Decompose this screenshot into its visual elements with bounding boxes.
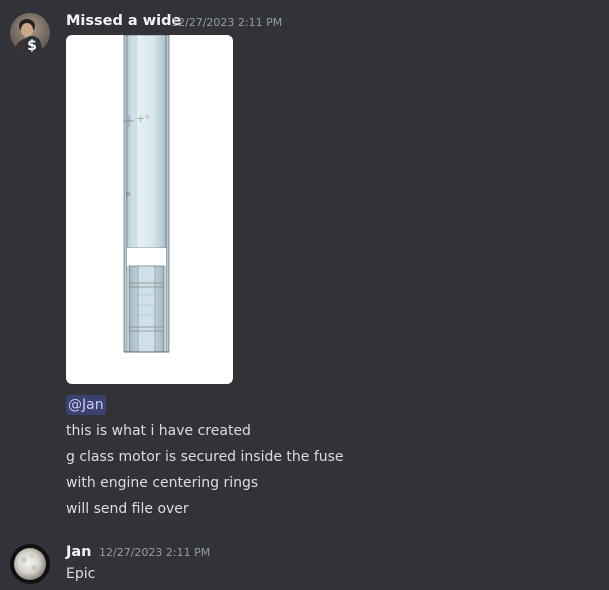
- message-line: will send file over: [66, 501, 189, 517]
- user-mention[interactable]: @Jan: [66, 395, 106, 415]
- svg-text:+ᵒ: +ᵒ: [136, 112, 150, 125]
- message-line: g class motor is secured inside the fuse: [66, 449, 344, 465]
- message-line: with engine centering rings: [66, 475, 259, 491]
- message-timestamp: 12/27/2023 2:11 PM: [99, 546, 211, 559]
- image-attachment[interactable]: +ᵒ: [66, 35, 233, 384]
- rocket-fuselage-render: +ᵒ: [123, 35, 170, 353]
- message-line: Epic: [66, 566, 96, 582]
- message-line: this is what i have created: [66, 423, 251, 439]
- user-avatar[interactable]: $: [10, 13, 50, 53]
- user-avatar[interactable]: [10, 544, 50, 584]
- svg-text:$: $: [27, 38, 37, 53]
- moon-avatar-icon: [10, 544, 50, 584]
- message-timestamp: 12/27/2023 2:11 PM: [171, 16, 283, 29]
- username[interactable]: Jan: [66, 543, 92, 561]
- username[interactable]: Missed a wide: [66, 12, 181, 30]
- dollar-avatar-icon: $: [10, 13, 50, 53]
